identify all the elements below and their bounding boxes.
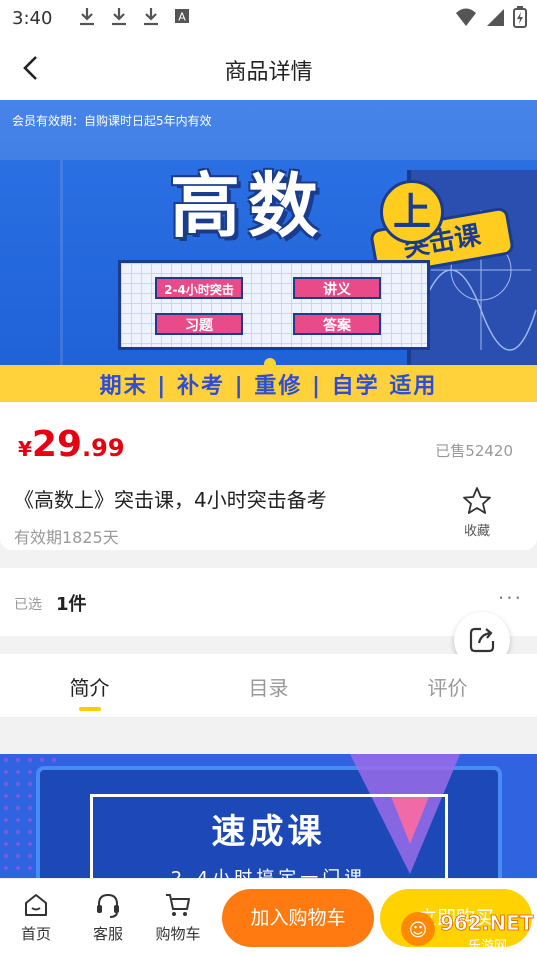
product-info-card: ¥29.99 已售52420 《高数上》突击课，4小时突击备考 有效期1825天… xyxy=(0,402,537,550)
more-options-icon[interactable]: ··· xyxy=(498,586,523,610)
product-banner[interactable]: 会员有效期：自购课时日起5年内有效 突击课 高数 上 2-4小时突击 讲义 习题… xyxy=(0,100,537,402)
selection-value: 1件 xyxy=(56,594,87,615)
detail-image: 速成课 2-4小时搞定一门课 xyxy=(0,754,537,884)
status-right-icons xyxy=(455,6,527,32)
tab-reviews[interactable]: 评价 xyxy=(358,654,537,717)
banner-usage-strip: 期末 | 补考 | 重修 | 自学 适用 xyxy=(0,365,537,402)
add-to-cart-button[interactable]: 加入购物车 xyxy=(222,889,374,947)
detail-title: 速成课 xyxy=(211,812,326,852)
price-currency: ¥ xyxy=(18,437,32,461)
pill-exercises: 习题 xyxy=(155,313,243,335)
banner-wall-line xyxy=(60,160,63,365)
star-icon xyxy=(463,487,491,514)
signal-icon xyxy=(485,7,505,31)
headset-icon xyxy=(97,893,119,918)
svg-text:☺: ☺ xyxy=(409,920,428,941)
nav-home-label: 首页 xyxy=(20,925,51,943)
home-icon xyxy=(25,894,47,916)
selection-label: 已选 xyxy=(14,597,42,613)
tab-intro[interactable]: 简介 xyxy=(0,654,179,717)
nav-cart-label: 购物车 xyxy=(155,925,201,943)
watermark-sub: 乐游网 xyxy=(468,939,507,954)
download-icon xyxy=(110,6,128,31)
svg-text:A: A xyxy=(179,10,187,23)
nav-home[interactable]: 首页 xyxy=(6,891,66,944)
price-integer: 29 xyxy=(31,424,83,465)
pill-answers: 答案 xyxy=(293,313,381,335)
app-a-icon: A xyxy=(174,8,190,29)
tab-catalog[interactable]: 目录 xyxy=(179,654,358,717)
battery-icon xyxy=(513,6,527,32)
site-watermark: ☺ 962.NET 乐游网 xyxy=(398,904,534,954)
download-icon xyxy=(142,6,160,31)
download-icon xyxy=(78,6,96,31)
nav-service-label: 客服 xyxy=(92,925,123,943)
status-time: 3:40 xyxy=(12,7,53,29)
favorite-button[interactable]: 收藏 xyxy=(457,486,497,539)
sold-count: 已售52420 xyxy=(435,442,513,460)
banner-title: 高数 xyxy=(170,165,326,247)
product-title: 《高数上》突击课，4小时突击备考 xyxy=(14,488,327,512)
detail-tabs: 简介 目录 评价 xyxy=(0,654,537,718)
page-title: 商品详情 xyxy=(224,60,313,85)
nav-cart[interactable]: 购物车 xyxy=(148,891,208,944)
header: 商品详情 xyxy=(0,36,537,100)
status-bar: 3:40 A xyxy=(0,0,537,36)
validity-days: 有效期1825天 xyxy=(14,528,119,547)
pill-hours: 2-4小时突击 xyxy=(155,277,243,299)
share-icon xyxy=(469,627,495,653)
favorite-label: 收藏 xyxy=(463,524,490,539)
product-price: ¥29.99 xyxy=(18,424,125,465)
banner-title-badge: 上 xyxy=(380,180,444,244)
feature-board: 2-4小时突击 讲义 习题 答案 xyxy=(118,260,430,350)
pill-handout: 讲义 xyxy=(293,277,381,299)
cart-icon xyxy=(166,894,190,916)
wifi-icon xyxy=(455,7,477,31)
membership-validity: 会员有效期：自购课时日起5年内有效 xyxy=(12,114,212,128)
price-decimal: .99 xyxy=(82,434,125,462)
nav-service[interactable]: 客服 xyxy=(78,891,138,944)
watermark-text: 962.NET xyxy=(440,911,534,935)
